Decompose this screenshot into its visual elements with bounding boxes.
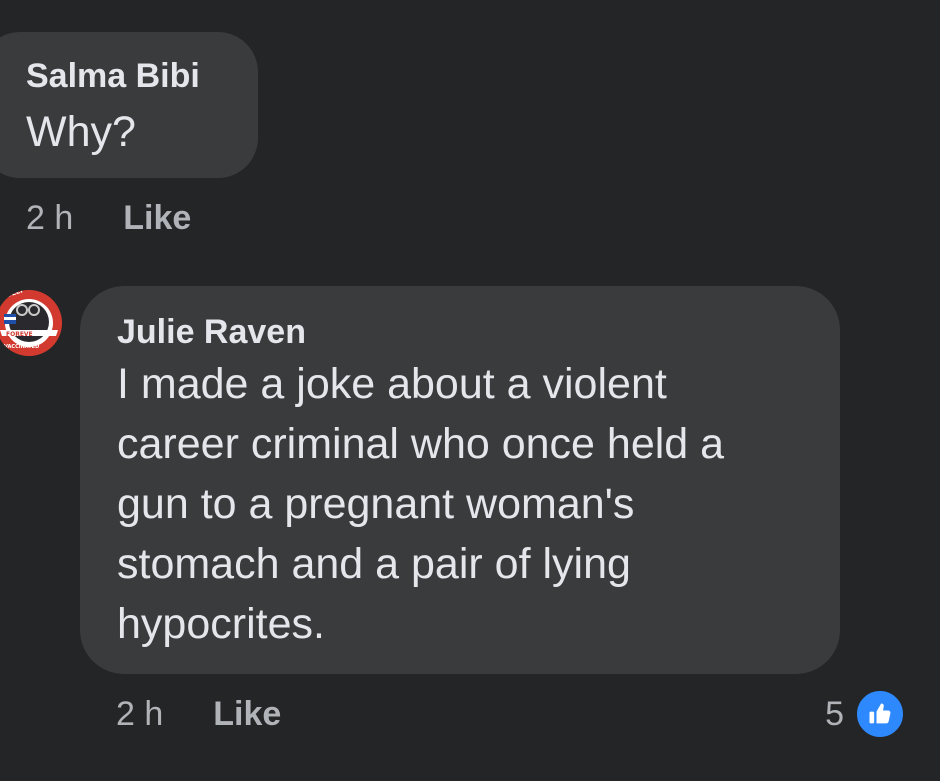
comment-text-line: stomach and a pair of lying: [117, 540, 631, 588]
comment-timestamp[interactable]: 2 h: [116, 695, 163, 734]
reaction-summary[interactable]: 5: [825, 687, 906, 741]
comment-text-line: gun to a pregnant woman's: [117, 480, 635, 528]
comment-text-line: hypocrites.: [117, 600, 325, 648]
comment-actions: 2 h Like: [26, 196, 191, 240]
avatar-badge-icon: FULLY FOREVE VACCINATED: [0, 290, 62, 356]
comment-text-line: I made a joke about a violent: [117, 360, 667, 408]
comment-timestamp[interactable]: 2 h: [26, 199, 73, 238]
reaction-count: 5: [825, 694, 844, 733]
thumbs-up-icon: [854, 688, 906, 740]
comment-bubble: Salma Bibi Why?: [0, 32, 258, 178]
avatar[interactable]: FULLY FOREVE VACCINATED: [0, 290, 62, 356]
avatar-badge-text-bottom: VACCINATED: [4, 344, 39, 350]
comment-actions: 2 h Like: [116, 692, 281, 736]
comment-bubble: Julie Raven I made a joke about a violen…: [80, 286, 840, 674]
comment-author[interactable]: Julie Raven: [117, 312, 820, 352]
comment-text-line: career criminal who once held a: [117, 420, 725, 468]
comment-text: Why?: [26, 108, 136, 156]
like-button[interactable]: Like: [213, 695, 281, 734]
comment-author[interactable]: Salma Bibi: [26, 56, 258, 96]
avatar-badge-text-middle: FOREVE: [6, 331, 33, 338]
like-button[interactable]: Like: [123, 199, 191, 238]
